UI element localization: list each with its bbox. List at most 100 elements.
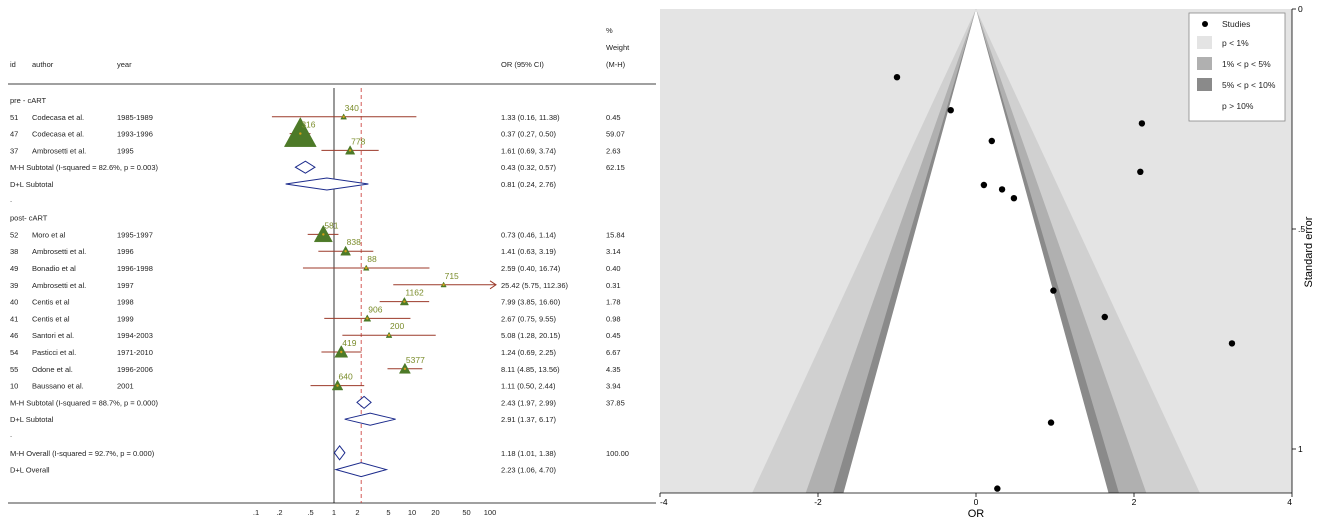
point-estimate (387, 334, 391, 337)
header-weight-pct: % (606, 26, 613, 35)
point-estimate (322, 233, 325, 236)
funnel-x-axis-label: OR (968, 508, 985, 518)
study-or-ci: 5.08 (1.28, 20.15) (501, 331, 561, 340)
group-label: pre - cART (10, 96, 47, 105)
study-or-ci: 25.42 (5.75, 112.36) (501, 281, 568, 290)
study-point (947, 107, 954, 114)
study-point (1050, 287, 1057, 294)
forest-header: id author year OR (95% CI) % Weight (M-H… (10, 26, 630, 69)
study-year: 1985-1989 (117, 113, 153, 122)
sample-size-label: 1162 (405, 288, 424, 298)
study-id: 41 (10, 314, 18, 323)
mh-subtotal-diamond (356, 395, 372, 410)
overall-mh-weight: 100.00 (606, 449, 629, 458)
point-estimate (336, 384, 339, 387)
forest-x-tick-label: .2 (276, 508, 282, 517)
mh-subtotal-or-ci: 0.43 (0.32, 0.57) (501, 163, 557, 172)
study-id: 39 (10, 281, 18, 290)
legend-studies-label: Studies (1222, 19, 1250, 29)
study-id: 46 (10, 331, 18, 340)
mh-subtotal-label: M-H Subtotal (I-squared = 88.7%, p = 0.0… (10, 398, 158, 407)
legend-p10-swatch (1197, 78, 1212, 91)
study-year: 2001 (117, 382, 134, 391)
overall-mh-or-ci: 1.18 (1.01, 1.38) (501, 449, 557, 458)
study-author: Baussano et al. (32, 382, 84, 391)
separator-dot: . (10, 195, 12, 204)
forest-x-tick-label: .5 (307, 508, 313, 517)
study-year: 1993-1996 (117, 130, 153, 139)
study-weight: 0.98 (606, 314, 621, 323)
sample-size-label: 640 (339, 372, 353, 382)
study-id: 10 (10, 382, 18, 391)
study-author: Moro et al (32, 230, 66, 239)
funnel-y-tick-label: 1 (1298, 444, 1303, 454)
study-year: 1999 (117, 314, 134, 323)
overall-mh-diamond (333, 444, 346, 461)
sample-size-label: 778 (351, 136, 365, 146)
sample-size-label: 838 (347, 237, 361, 247)
header-id: id (10, 60, 16, 69)
study-point (988, 137, 995, 145)
legend-pgt-label: p > 10% (1222, 101, 1254, 111)
point-estimate (366, 317, 369, 320)
study-weight: 1.78 (606, 298, 621, 307)
sample-size-label: 906 (368, 304, 382, 314)
funnel-y-tick-label: 0 (1298, 4, 1303, 14)
study-author: Odone et al. (32, 365, 73, 374)
point-estimate (344, 250, 347, 253)
study-id: 52 (10, 230, 18, 239)
study-year: 1971-2010 (117, 348, 153, 357)
study-year: 1996-1998 (117, 264, 153, 273)
study-year: 1995 (117, 146, 134, 155)
funnel-plot: -4 -2 0 2 40.51 Studiesp < 1%1% < p < 5%5% <… (659, 4, 1315, 518)
mh-subtotal-weight: 37.85 (606, 398, 625, 407)
funnel-x-tick-label: -2 (814, 497, 822, 507)
study-year: 1997 (117, 281, 134, 290)
funnel-legend: Studies p < 1% 1% < p < 5% 5% < p < 10% p > … (1188, 12, 1286, 122)
legend-pgt-swatch (1197, 99, 1212, 112)
study-author: Ambrosetti et al. (32, 281, 86, 290)
overall-dl-label: D+L Overall (10, 466, 50, 475)
legend-p10-label: 5% < p < 10% (1222, 80, 1276, 90)
study-id: 40 (10, 298, 18, 307)
study-point (893, 74, 901, 81)
point-estimate (403, 367, 407, 370)
study-author: Centis et al (32, 314, 70, 323)
dl-subtotal-diamond (344, 412, 396, 426)
study-or-ci: 1.33 (0.16, 11.38) (501, 113, 560, 122)
sample-size-label: 5377 (406, 355, 425, 365)
forest-x-tick-label: 1 (332, 508, 336, 517)
overall-dl-diamond (334, 462, 389, 478)
study-id: 38 (10, 247, 18, 256)
forest-x-tick-label: 10 (408, 508, 416, 517)
study-or-ci: 1.24 (0.69, 2.25) (501, 348, 557, 357)
study-point (1228, 340, 1236, 347)
legend-studies-marker (1202, 21, 1208, 27)
study-id: 47 (10, 130, 18, 139)
study-point (1047, 419, 1055, 426)
mh-subtotal-label: M-H Subtotal (I-squared = 82.6%, p = 0.0… (10, 163, 158, 172)
study-or-ci: 1.41 (0.63, 3.19) (501, 247, 557, 256)
study-id: 55 (10, 365, 18, 374)
study-or-ci: 1.11 (0.50, 2.44) (501, 382, 556, 391)
overall-dl-or-ci: 2.23 (1.06, 4.70) (501, 466, 557, 475)
study-year: 1996 (117, 247, 134, 256)
funnel-x-tick-label: 2 (1132, 497, 1137, 507)
study-author: Ambrosetti et al. (32, 146, 86, 155)
point-estimate (403, 300, 406, 303)
study-weight: 0.45 (606, 113, 621, 122)
study-weight: 3.94 (606, 382, 621, 391)
study-author: Centis et al (32, 298, 70, 307)
study-or-ci: 2.59 (0.40, 16.74) (501, 264, 561, 273)
funnel-x-tick-label: 0 (974, 497, 979, 507)
group-label: post- cART (10, 214, 48, 223)
header-author: author (32, 60, 54, 69)
study-author: Pasticci et al. (32, 348, 76, 357)
point-estimate (442, 283, 445, 286)
dl-subtotal-diamond (285, 177, 369, 191)
point-estimate (299, 132, 302, 135)
study-weight: 6.67 (606, 348, 621, 357)
study-weight: 59.07 (606, 130, 625, 139)
legend-p1-swatch (1197, 36, 1212, 49)
mh-subtotal-weight: 62.15 (606, 163, 625, 172)
